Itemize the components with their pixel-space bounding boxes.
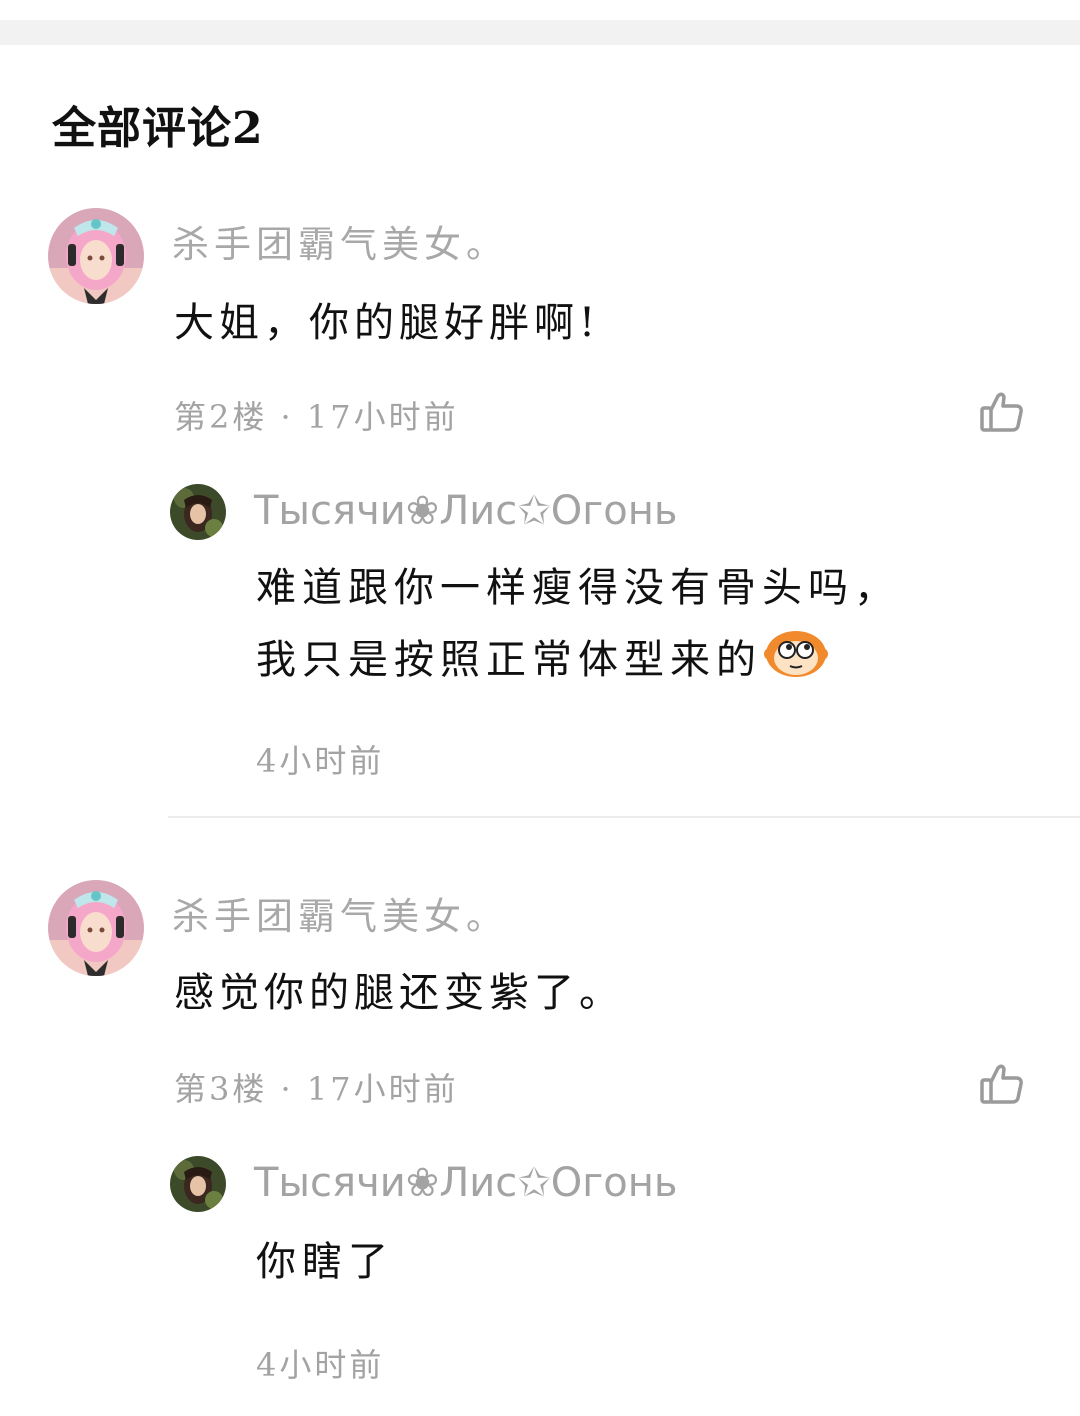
commenter-avatar[interactable] — [48, 880, 144, 976]
reply-text: 你瞎了 — [256, 1226, 394, 1298]
reply-meta: 4小时前 — [256, 1346, 385, 1384]
section-title: 全部评论2 — [52, 103, 264, 154]
thumbs-up-icon[interactable] — [978, 388, 1026, 436]
reply-text-line: 我只是按照正常体型来的 — [256, 637, 762, 683]
comment-meta: 第2楼 · 17小时前 — [174, 398, 459, 436]
replier-avatar[interactable] — [170, 484, 226, 540]
comment-text: 感觉你的腿还变紫了。 — [174, 970, 624, 1016]
comments-page: 全部评论2 杀手团霸气美女。 大姐，你的腿好胖啊! 第2楼 · 17小时前 Ты… — [0, 0, 1080, 1416]
top-separator-strip — [0, 20, 1080, 45]
monkey-emoji-icon — [764, 626, 828, 701]
reply-text-line-with-emoji: 我只是按照正常体型来的 — [256, 624, 900, 701]
reply-author-name[interactable]: Тысячи❀Лис✩Огонь — [254, 1160, 678, 1206]
reply-text-line: 难道跟你一样瘦得没有骨头吗， — [256, 565, 900, 611]
comment-author-name[interactable]: 杀手团霸气美女。 — [172, 886, 508, 940]
commenter-avatar[interactable] — [48, 208, 144, 304]
comment-author-name[interactable]: 杀手团霸气美女。 — [172, 214, 508, 268]
replier-avatar[interactable] — [170, 1156, 226, 1212]
comment-divider — [168, 816, 1080, 818]
comment-meta: 第3楼 · 17小时前 — [174, 1070, 459, 1108]
thumbs-up-icon[interactable] — [978, 1060, 1026, 1108]
reply-meta: 4小时前 — [256, 742, 385, 780]
reply-author-name[interactable]: Тысячи❀Лис✩Огонь — [254, 488, 678, 534]
reply-text: 难道跟你一样瘦得没有骨头吗， 我只是按照正常体型来的 — [256, 552, 900, 701]
comment-text: 大姐，你的腿好胖啊! — [174, 300, 601, 346]
reply-text-line: 你瞎了 — [256, 1239, 394, 1285]
